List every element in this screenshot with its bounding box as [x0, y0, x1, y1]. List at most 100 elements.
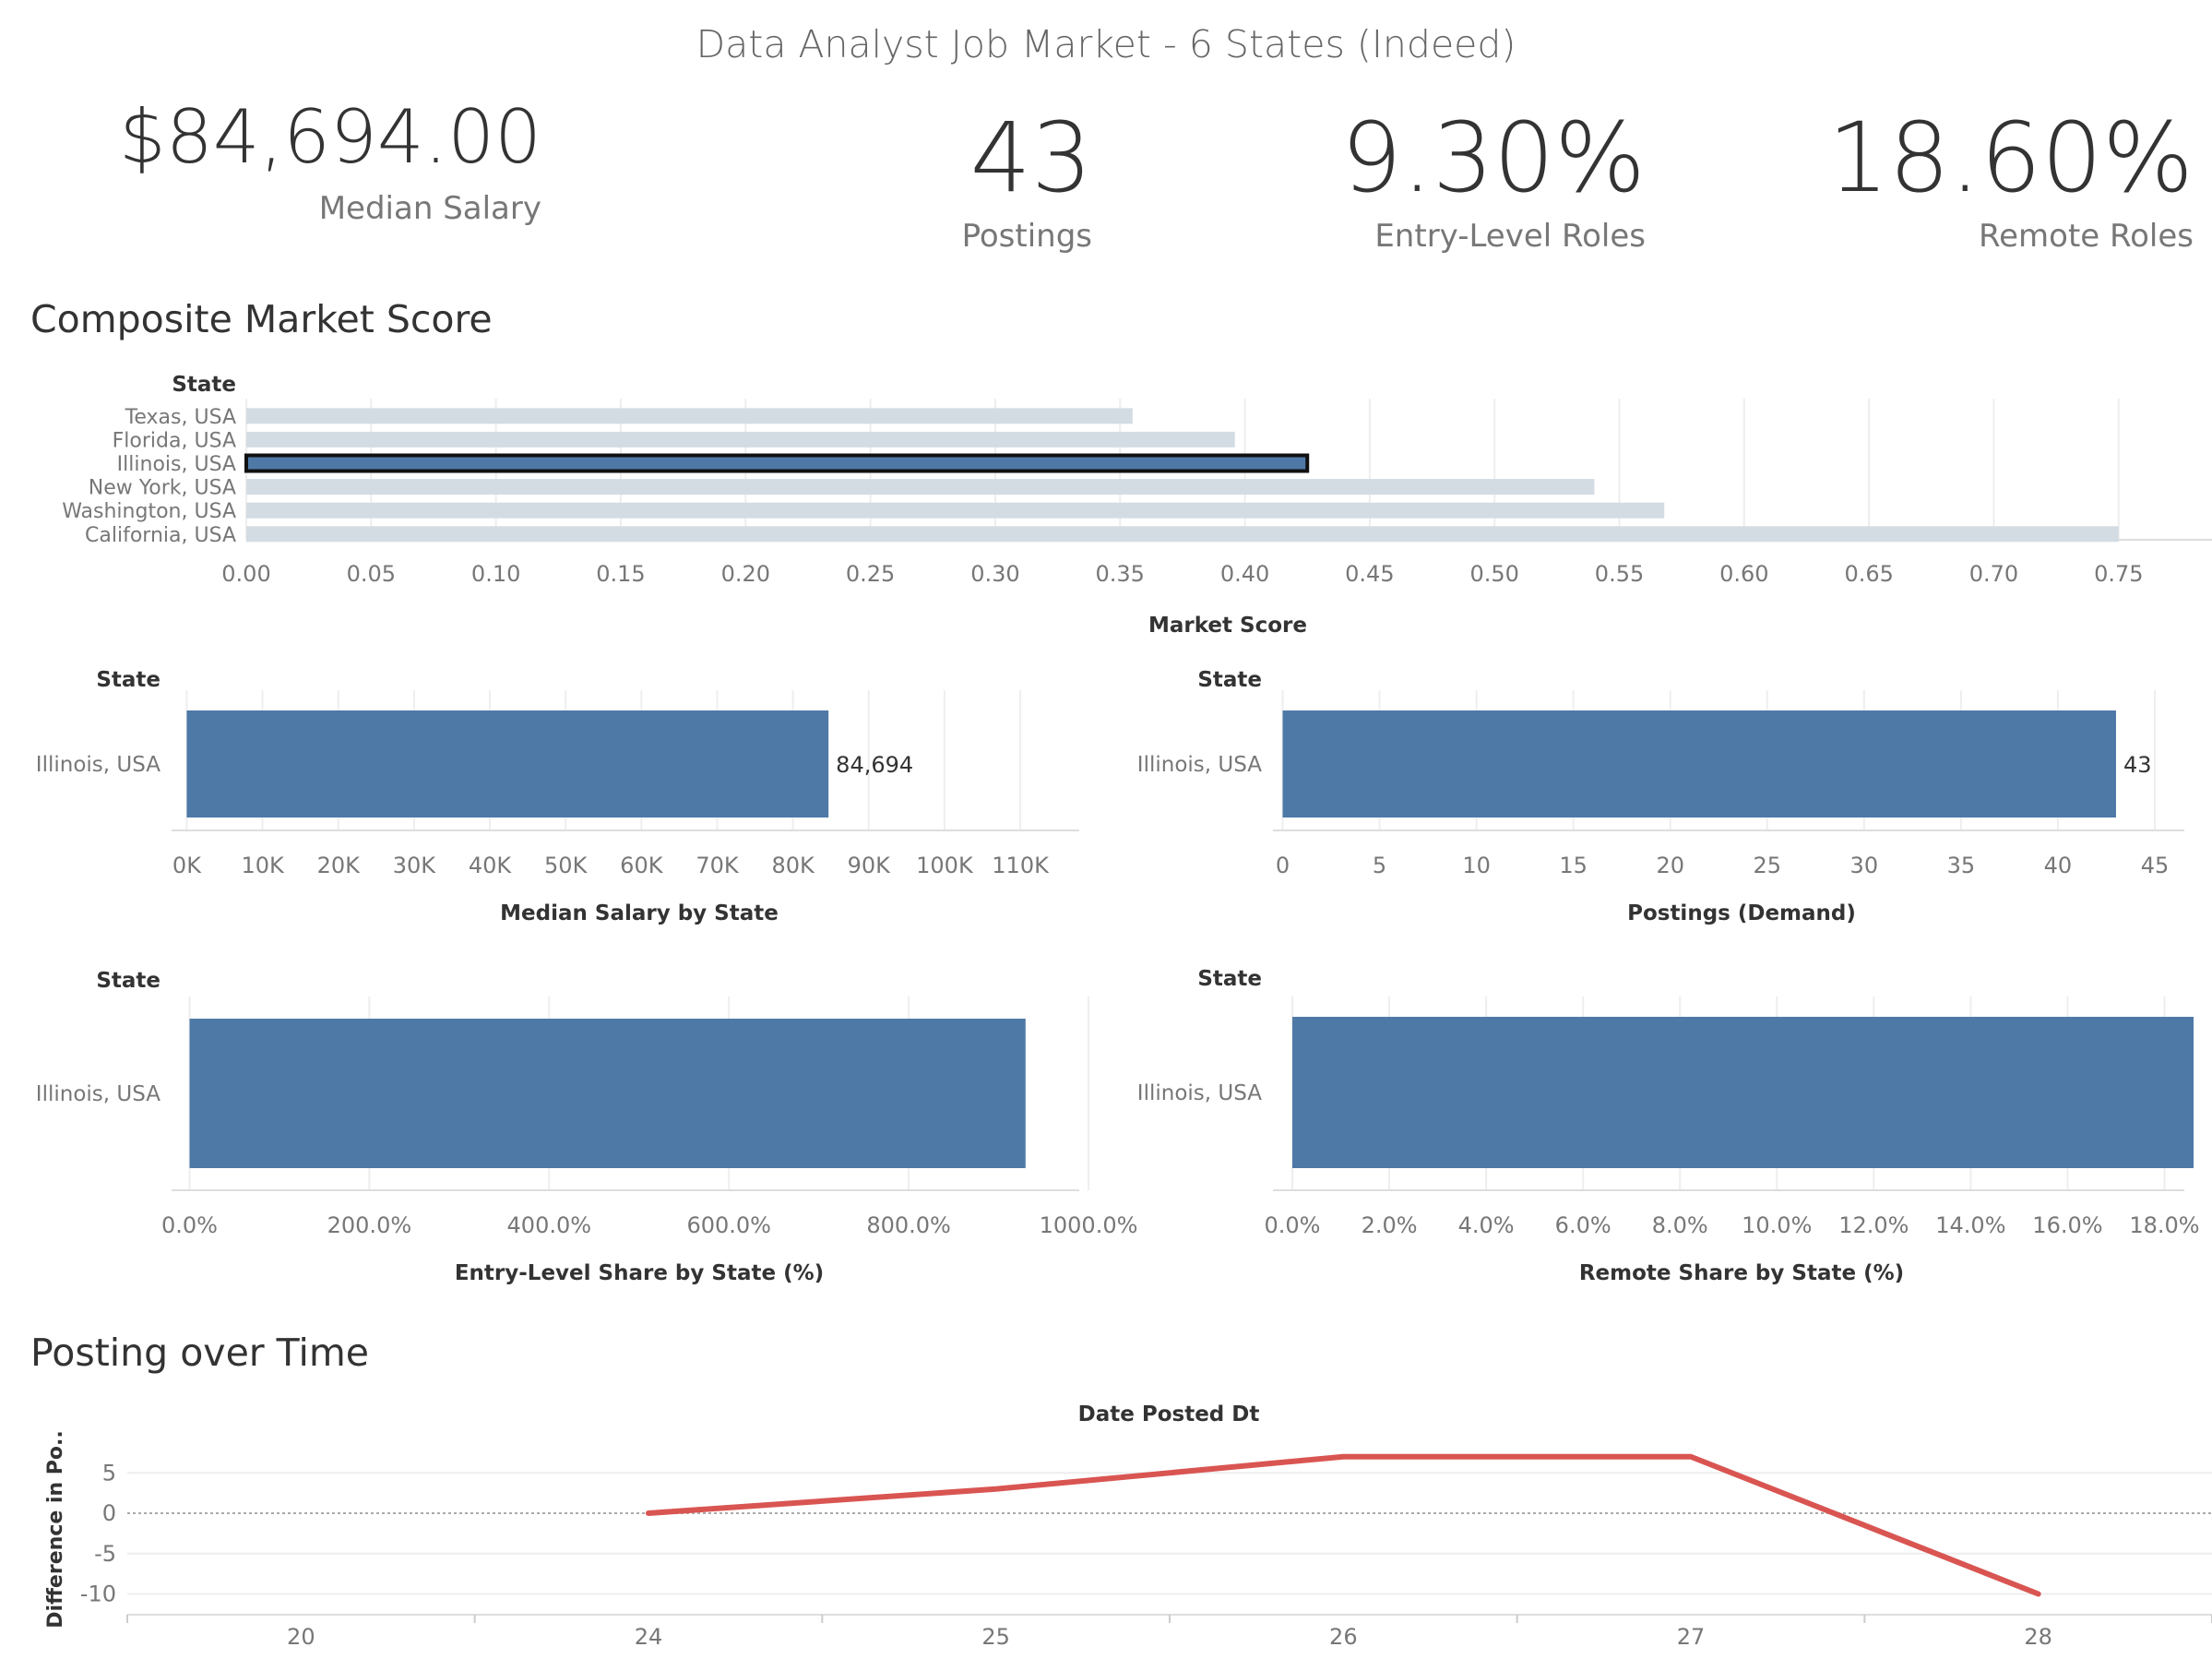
bar	[246, 431, 1235, 448]
x-tick-label: 0.20	[721, 561, 770, 587]
row-header: State	[96, 668, 161, 692]
x-tick-label: 28	[2024, 1624, 2052, 1650]
y-tick-label: -10	[80, 1581, 116, 1607]
x-tick-label: 20	[287, 1624, 315, 1650]
x-tick-label: 0.05	[347, 561, 396, 587]
bar	[246, 479, 1595, 495]
x-tick-label: 26	[1329, 1624, 1358, 1650]
x-tick-label: 0.0%	[1265, 1212, 1321, 1238]
y-tick-label: -5	[94, 1541, 116, 1567]
x-axis-title: Remote Share by State (%)	[1579, 1261, 1904, 1285]
x-axis-title: Postings (Demand)	[1627, 901, 1856, 925]
x-tick-label: 0.0%	[161, 1212, 218, 1238]
y-tick-label: 5	[102, 1460, 116, 1486]
entry-chart: State 0.0% 200.0% 400.0% 600.0% 800.0% 1000.0%…	[36, 969, 1138, 1285]
x-tick-label: 100K	[916, 853, 974, 878]
x-tick-label: 4.0%	[1458, 1212, 1515, 1238]
x-tick-label: 40	[2044, 853, 2073, 878]
x-tick-label: 0.30	[970, 561, 1019, 587]
row-header: State	[1197, 967, 1262, 991]
x-tick-label: 0.55	[1595, 561, 1644, 587]
chart-title: Date Posted Dt	[1078, 1402, 1260, 1426]
row-header: State	[1197, 668, 1262, 692]
x-tick-label: 20	[1656, 853, 1684, 878]
x-tick-label: 35	[1947, 853, 1976, 878]
x-tick-label: 25	[1753, 853, 1781, 878]
category-label: California, USA	[85, 524, 236, 547]
x-axis-title: Market Score	[1148, 614, 1307, 638]
dashboard-charts: State 0.00 0.05 0.10 0.15 0.20 0.25 0.30 0.35 0.4…	[36, 373, 2212, 1650]
bar	[1292, 1017, 2194, 1168]
x-tick-label: 12.0%	[1838, 1212, 1909, 1238]
bar	[1282, 710, 2116, 818]
bar	[244, 453, 1310, 473]
data-point	[2036, 1592, 2040, 1596]
category-label: Texas, USA	[125, 406, 236, 429]
x-tick-label: 1000.0%	[1040, 1212, 1138, 1238]
x-tick-label: 2.0%	[1362, 1212, 1418, 1238]
x-tick-label: 0.60	[1719, 561, 1768, 587]
data-label: 43	[2123, 752, 2152, 778]
x-tick-label: 40K	[469, 853, 513, 878]
x-tick-label: 800.0%	[866, 1212, 951, 1238]
bar	[246, 502, 1665, 519]
y-tick-label: 0	[102, 1500, 116, 1526]
x-tick-label: 0.45	[1345, 561, 1394, 587]
x-tick-label: 27	[1677, 1624, 1706, 1650]
x-tick-label: 70K	[696, 853, 740, 878]
category-label: Illinois, USA	[36, 1082, 161, 1106]
category-label: Illinois, USA	[36, 753, 161, 777]
x-tick-label: 60K	[620, 853, 664, 878]
x-tick-label: 0	[1276, 853, 1290, 878]
x-tick-label: 50K	[544, 853, 589, 878]
x-axis-title: Entry-Level Share by State (%)	[455, 1261, 824, 1285]
x-tick-label: 18.0%	[2129, 1212, 2199, 1238]
category-label: Illinois, USA	[1137, 753, 1262, 777]
bar	[186, 710, 829, 818]
row-header: State	[172, 373, 236, 397]
x-tick-label: 5	[1373, 853, 1386, 878]
category-label: Illinois, USA	[1137, 1081, 1262, 1105]
data-point	[647, 1511, 650, 1515]
data-point	[993, 1486, 998, 1491]
postings-chart: State 0 5 10 15 20 25 30 35 40 45 Illinois, USA 43 Po…	[1137, 668, 2184, 925]
category-label: Illinois, USA	[117, 453, 236, 476]
bar	[189, 1019, 1026, 1168]
category-label: New York, USA	[89, 477, 236, 500]
x-tick-label: 14.0%	[1935, 1212, 2005, 1238]
x-tick-label: 110K	[992, 853, 1050, 878]
bar	[246, 408, 1133, 424]
x-tick-label: 24	[635, 1624, 663, 1650]
x-tick-label: 0.10	[471, 561, 520, 587]
x-tick-label: 15	[1559, 853, 1588, 878]
data-point	[1341, 1454, 1346, 1459]
x-tick-label: 80K	[771, 853, 815, 878]
x-tick-label: 0.70	[1969, 561, 2018, 587]
x-tick-label: 10.0%	[1742, 1212, 1812, 1238]
remote-chart: State 0.0% 2.0% 4.0% 6.0% 8.0% 10.0% 12.0% 14.0%…	[1137, 967, 2200, 1285]
x-tick-label: 90K	[848, 853, 892, 878]
x-tick-label: 0.25	[846, 561, 895, 587]
x-tick-label: 45	[2141, 853, 2170, 878]
category-label: Florida, USA	[113, 429, 236, 452]
x-tick-label: 200.0%	[327, 1212, 412, 1238]
x-tick-label: 6.0%	[1555, 1212, 1611, 1238]
x-tick-label: 0.75	[2094, 561, 2143, 587]
y-axis-title: Difference in Po..	[44, 1430, 67, 1628]
series-line	[646, 1453, 2041, 1597]
x-tick-label: 0.35	[1096, 561, 1145, 587]
x-tick-label: 400.0%	[507, 1212, 592, 1238]
x-tick-label: 0.15	[596, 561, 645, 587]
x-tick-label: 0.40	[1220, 561, 1269, 587]
x-tick-label: 10K	[241, 853, 285, 878]
x-tick-label: 8.0%	[1652, 1212, 1708, 1238]
x-tick-label: 25	[981, 1624, 1010, 1650]
data-point	[1689, 1454, 1693, 1459]
bar	[246, 526, 2119, 543]
x-axis-title: Median Salary by State	[500, 901, 779, 925]
x-tick-label: 0.00	[221, 561, 270, 587]
x-tick-label: 0.65	[1844, 561, 1893, 587]
x-tick-label: 30	[1850, 853, 1879, 878]
x-tick-label: 16.0%	[2032, 1212, 2102, 1238]
x-tick-label: 0K	[172, 853, 202, 878]
